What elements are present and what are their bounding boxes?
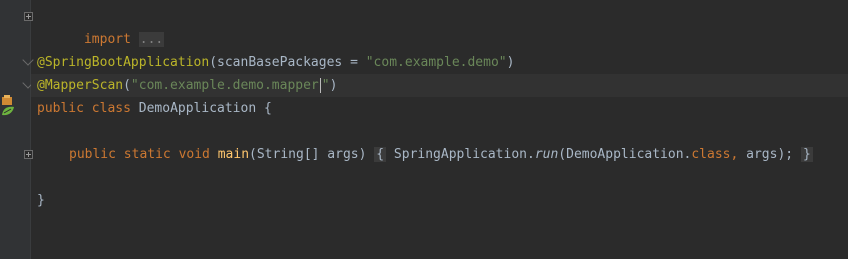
class-literal-keyword: class,	[691, 147, 739, 162]
method-params: (String[] args)	[249, 147, 367, 162]
mapper-package-string: "com.example.demo.mapper	[130, 78, 319, 93]
call-args-start: (DemoApplication.	[558, 147, 692, 162]
method-name: main	[217, 147, 250, 162]
string-quote: "	[321, 78, 330, 93]
import-keyword: import	[83, 32, 131, 47]
call-args-end: args);	[738, 147, 794, 162]
code-line-mapperscan-annotation: @MapperScan("com.example.demo.mapper ")	[31, 74, 848, 97]
fold-expand-icon[interactable]	[24, 12, 33, 21]
class-name: DemoApplication	[138, 101, 257, 116]
paren-close: )	[506, 55, 515, 70]
method-modifiers: public static void	[69, 147, 210, 162]
brace-open: {	[264, 101, 272, 116]
call-method: run	[534, 147, 559, 162]
fold-expand-icon[interactable]	[24, 150, 33, 159]
annotation-param: scanBasePackages	[217, 55, 343, 70]
code-line-import: import ...	[37, 5, 165, 47]
folded-brace-open[interactable]: {	[374, 147, 387, 162]
equals-sign: =	[342, 55, 366, 70]
code-line-main-method: public static void main(String[] args) {…	[69, 143, 813, 166]
paren-close: )	[329, 78, 338, 93]
springboot-annotation: @SpringBootApplication	[37, 55, 210, 70]
paren-open: (	[123, 78, 131, 93]
editor-gutter	[0, 0, 34, 259]
code-line-class-close: }	[37, 189, 45, 212]
public-keyword: public	[37, 101, 84, 116]
code-editor[interactable]: import ... @SpringBootApplication(scanBa…	[0, 0, 848, 259]
package-string: "com.example.demo"	[365, 55, 507, 70]
brace-close: }	[37, 193, 45, 208]
folded-imports[interactable]: ...	[138, 32, 165, 47]
fold-collapse-icon[interactable]	[22, 54, 34, 66]
call-target: SpringApplication.	[393, 147, 535, 162]
folded-brace-close[interactable]: }	[800, 147, 813, 162]
run-spring-boot-icon[interactable]	[1, 95, 15, 117]
text-caret	[319, 78, 321, 93]
class-keyword: class	[91, 101, 131, 116]
mapperscan-annotation: @MapperScan	[37, 78, 124, 93]
code-line-springboot-annotation: @SpringBootApplication(scanBasePackages …	[37, 51, 514, 74]
code-line-class-declaration: public class DemoApplication {	[37, 97, 272, 120]
paren-open: (	[209, 55, 218, 70]
code-area[interactable]: import ... @SpringBootApplication(scanBa…	[31, 0, 848, 259]
